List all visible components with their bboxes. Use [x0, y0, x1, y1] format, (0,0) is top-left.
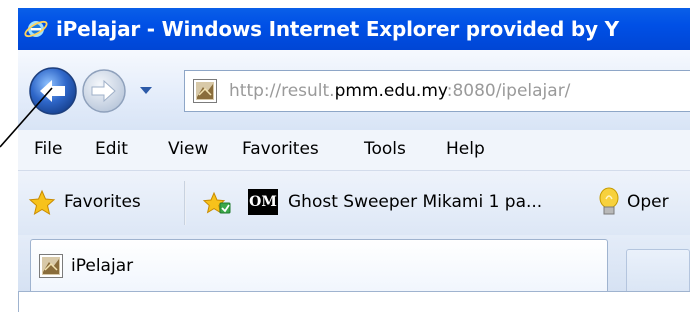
- menu-help[interactable]: Help: [446, 139, 485, 159]
- favorites-separator: [184, 181, 186, 225]
- favorite-link-oper[interactable]: Oper: [627, 192, 669, 212]
- back-button[interactable]: [28, 66, 78, 116]
- navigation-bar: http://result.pmm.edu.my:8080/ipelajar/: [18, 50, 690, 130]
- forward-button[interactable]: [81, 68, 127, 114]
- chevron-down-icon: [140, 87, 152, 94]
- menu-edit[interactable]: Edit: [95, 139, 128, 159]
- menu-tools[interactable]: Tools: [364, 139, 406, 159]
- favorites-star-icon[interactable]: [28, 189, 56, 217]
- favorite-link-ghost-sweeper[interactable]: Ghost Sweeper Mikami 1 pa...: [288, 192, 542, 212]
- ie-logo-icon: [24, 20, 48, 38]
- page-favicon-icon: [39, 254, 63, 278]
- menu-file[interactable]: File: [34, 139, 62, 159]
- menu-bar: File Edit View Favorites Tools Help: [18, 130, 690, 171]
- lightbulb-icon[interactable]: [598, 187, 620, 219]
- favorites-button-label[interactable]: Favorites: [64, 192, 141, 212]
- tab-ipelajar[interactable]: iPelajar: [30, 239, 608, 291]
- menu-favorites[interactable]: Favorites: [242, 139, 319, 159]
- tab-bar: iPelajar: [18, 235, 690, 291]
- url-prefix: http://result.: [229, 81, 335, 101]
- tab-label: iPelajar: [71, 256, 134, 276]
- favorites-bar: Favorites OM Ghost Sweeper Mikami 1 pa..…: [18, 171, 690, 235]
- address-url[interactable]: http://result.pmm.edu.my:8080/ipelajar/: [229, 80, 570, 102]
- address-bar[interactable]: http://result.pmm.edu.my:8080/ipelajar/: [184, 70, 690, 112]
- page-content-area[interactable]: [18, 291, 690, 312]
- url-domain: pmm.edu.my: [334, 81, 447, 101]
- menu-view[interactable]: View: [168, 139, 208, 159]
- window-title: iPelajar - Windows Internet Explorer pro…: [56, 17, 619, 41]
- page-favicon-icon: [193, 79, 217, 103]
- recent-pages-dropdown[interactable]: [138, 83, 154, 97]
- new-tab-button[interactable]: [626, 249, 690, 291]
- add-favorite-icon[interactable]: [202, 189, 234, 219]
- om-favicon-icon: OM: [248, 189, 278, 215]
- url-suffix: :8080/ipelajar/: [446, 81, 571, 101]
- window-title-bar[interactable]: iPelajar - Windows Internet Explorer pro…: [18, 8, 690, 50]
